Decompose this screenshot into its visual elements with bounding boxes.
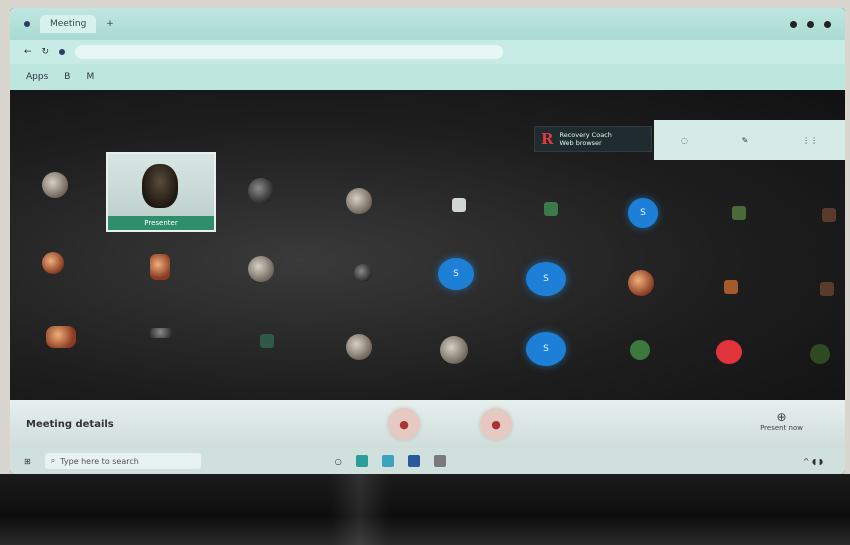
presenter-video (142, 164, 178, 208)
tab-meeting[interactable]: Meeting (40, 15, 97, 33)
people-icon[interactable]: ◌ (681, 136, 688, 145)
participant-initial: S (543, 274, 549, 284)
task-view-icon[interactable]: ○ (335, 457, 342, 466)
participant-tile[interactable] (248, 178, 274, 204)
participant-tile[interactable] (346, 188, 372, 214)
start-icon[interactable]: ⊞ (24, 457, 31, 466)
present-now-label: Present now (760, 424, 803, 432)
participant-tile[interactable] (260, 334, 274, 348)
system-tray: ^ ◖ ◗ (803, 457, 845, 466)
bookmark-3[interactable]: M (86, 72, 94, 82)
back-icon[interactable]: ← (24, 47, 32, 57)
info-icon[interactable]: ⋮⋮ (802, 136, 818, 145)
site-info-icon[interactable] (59, 49, 66, 55)
present-now-button[interactable]: ⊕ Present now (760, 410, 803, 432)
search-icon: ⌕ (50, 456, 56, 465)
os-taskbar: ⊞ ⌕ Type here to search ○ ^ ◖ ◗ (10, 448, 845, 474)
mic-icon: ● (399, 417, 409, 431)
tab-favicon-icon (24, 21, 30, 27)
participant-tile[interactable] (628, 270, 654, 296)
screen: Meeting + ← ↻ Apps B M R Recovery Coach … (10, 8, 845, 474)
participant-initial: S (640, 208, 646, 218)
participant-tile[interactable] (150, 328, 176, 338)
monitor-bezel (0, 474, 850, 545)
store-app-icon[interactable] (407, 455, 420, 467)
window-controls (790, 20, 845, 28)
participant-tile[interactable] (354, 264, 372, 282)
participant-tile[interactable]: S (438, 258, 474, 290)
participant-tile[interactable] (42, 252, 64, 274)
new-tab-icon[interactable]: + (106, 19, 114, 29)
participant-tile[interactable] (716, 340, 742, 364)
participant-tile[interactable] (724, 280, 738, 294)
participant-tile[interactable]: S (526, 262, 566, 296)
browser-toolbar: ← ↻ (10, 40, 845, 64)
participant-tile[interactable]: S (526, 332, 566, 366)
screen-glare (330, 474, 390, 545)
participant-grid: R Recovery Coach Web browser ◌ ✎ ⋮⋮ Pres… (10, 90, 845, 400)
search-placeholder: Type here to search (60, 456, 139, 466)
explorer-app-icon[interactable] (433, 455, 446, 467)
notification-title: Recovery Coach (559, 131, 612, 139)
app-logo-icon: R (541, 130, 554, 148)
mic-toggle-button[interactable]: ● (388, 408, 420, 440)
participant-tile[interactable] (42, 172, 68, 198)
participant-tile[interactable] (452, 198, 466, 212)
participant-tile[interactable] (822, 208, 836, 222)
camera-icon: ● (491, 417, 501, 431)
chat-icon[interactable]: ✎ (742, 136, 749, 145)
meeting-top-panel: ◌ ✎ ⋮⋮ (654, 120, 845, 160)
app-icon[interactable] (381, 455, 394, 467)
maximize-icon[interactable] (807, 20, 814, 28)
browser-tab-bar: Meeting + (10, 8, 845, 40)
participant-tile[interactable] (810, 344, 830, 364)
meeting-controls-bar: Meeting details ● ● ⊕ Present now (10, 400, 845, 448)
bookmark-2[interactable]: B (64, 72, 70, 82)
participant-tile[interactable]: S (628, 198, 658, 228)
tray-icons[interactable]: ^ ◖ ◗ (803, 457, 823, 466)
participant-tile[interactable] (248, 256, 274, 282)
address-bar[interactable] (75, 45, 504, 59)
browser-app-icon[interactable] (355, 455, 368, 467)
presenter-video-tile[interactable]: Presenter (106, 152, 216, 232)
participant-tile[interactable] (544, 202, 558, 216)
present-icon: ⊕ (776, 410, 787, 424)
minimize-icon[interactable] (790, 20, 797, 28)
meeting-details-button[interactable]: Meeting details (26, 419, 114, 430)
participant-tile[interactable] (732, 206, 746, 220)
notification-subtitle: Web browser (559, 139, 602, 147)
notification-popup[interactable]: R Recovery Coach Web browser (534, 126, 652, 152)
participant-tile[interactable] (46, 326, 76, 348)
presenter-name: Presenter (108, 216, 214, 230)
participant-tile[interactable] (346, 334, 372, 360)
camera-toggle-button[interactable]: ● (480, 408, 512, 440)
participant-initial: S (543, 344, 549, 354)
participant-tile[interactable] (440, 336, 468, 364)
bookmarks-bar: Apps B M (10, 64, 845, 90)
participant-tile[interactable] (150, 254, 170, 280)
bookmark-apps[interactable]: Apps (26, 72, 48, 82)
close-icon[interactable] (824, 20, 831, 28)
participant-tile[interactable] (820, 282, 834, 296)
participant-tile[interactable] (630, 340, 650, 360)
reload-icon[interactable]: ↻ (42, 47, 50, 57)
participant-initial: S (453, 269, 459, 279)
taskbar-search[interactable]: ⌕ Type here to search (44, 453, 201, 469)
